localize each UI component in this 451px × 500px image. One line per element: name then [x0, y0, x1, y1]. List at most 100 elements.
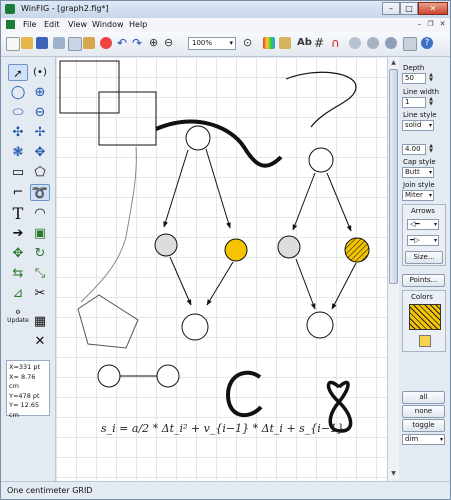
- align-icon[interactable]: [349, 37, 361, 49]
- line-style-select[interactable]: solid ▾: [402, 120, 434, 131]
- move-point-icon[interactable]: ✥: [8, 245, 28, 262]
- zoom-in-icon[interactable]: ⊕: [149, 37, 161, 49]
- library-icon[interactable]: [279, 37, 291, 49]
- depth-spinner[interactable]: ▲ ▼: [427, 73, 435, 84]
- interp-spline-icon[interactable]: ✥: [30, 144, 50, 161]
- depth-field[interactable]: 50: [402, 73, 426, 84]
- graph-node[interactable]: [308, 147, 334, 173]
- arc-icon[interactable]: ◠: [30, 205, 50, 222]
- arrow-tool-icon[interactable]: ➔: [8, 225, 28, 242]
- menu-file[interactable]: File: [23, 20, 36, 29]
- copy-icon[interactable]: [68, 37, 82, 51]
- close-button[interactable]: ✕: [418, 2, 448, 15]
- freehand-line[interactable]: [80, 146, 137, 303]
- selection-mode-select[interactable]: dim ▾: [402, 434, 445, 445]
- select-none-button[interactable]: none: [402, 405, 445, 418]
- undo-icon[interactable]: ↶: [117, 37, 129, 49]
- select-all-button[interactable]: all: [402, 391, 445, 404]
- rectangle-shape[interactable]: [98, 91, 157, 146]
- save-icon[interactable]: [36, 37, 48, 49]
- cap-style-select[interactable]: Butt ▾: [402, 167, 434, 178]
- join-style-select[interactable]: Miter ▾: [402, 190, 434, 201]
- zoom-select[interactable]: 100% ▾: [188, 37, 236, 50]
- line-width-spinner[interactable]: ▲ ▼: [427, 97, 435, 108]
- doc-close-button[interactable]: ✕: [438, 20, 447, 29]
- ellipse-diameter-icon[interactable]: ⊖: [30, 104, 50, 121]
- ellipse-radius-icon[interactable]: ⬭: [8, 104, 28, 121]
- compound-icon[interactable]: (•): [30, 64, 50, 81]
- picture-icon[interactable]: ▣: [30, 225, 50, 242]
- thick-c-shape[interactable]: [225, 370, 263, 418]
- formula-text[interactable]: s_i = a/2 * Δt_i² + v_{i−1} * Δt_i + s_{…: [101, 422, 344, 435]
- globe-icon[interactable]: [385, 37, 397, 49]
- spline-shape-icon[interactable]: ❃: [8, 144, 28, 161]
- cut-icon[interactable]: [53, 37, 65, 49]
- update-tool[interactable]: ⚙ Update: [6, 309, 30, 326]
- size-button[interactable]: Size...: [405, 251, 443, 264]
- fill-color-swatch[interactable]: [409, 304, 441, 330]
- open-folder-icon[interactable]: [21, 37, 33, 49]
- new-file-icon[interactable]: [6, 37, 20, 51]
- rotate-icon[interactable]: ↻: [30, 245, 50, 262]
- rectangle-icon[interactable]: ▭: [8, 164, 28, 181]
- polyline-icon[interactable]: ⌐: [8, 184, 28, 201]
- delete-tool-icon[interactable]: ✕: [30, 333, 50, 350]
- arrow-start-select[interactable]: ◁━ ▾: [407, 219, 439, 230]
- line-width-field[interactable]: 1: [402, 97, 426, 108]
- dumbbell-node[interactable]: [97, 364, 121, 388]
- maximize-button[interactable]: □: [400, 2, 418, 15]
- style-value-spinner[interactable]: ▲ ▼: [427, 144, 435, 155]
- closed-spline-icon[interactable]: ✣: [8, 124, 28, 141]
- circle-radius-icon[interactable]: ◯: [8, 84, 28, 101]
- toggle-selection-button[interactable]: toggle: [402, 419, 445, 432]
- thin-curve[interactable]: [285, 71, 357, 128]
- doc-restore-button[interactable]: ❐: [426, 20, 435, 29]
- text-format-icon[interactable]: Ab: [297, 37, 312, 49]
- add-point-icon[interactable]: ⊿: [8, 285, 28, 302]
- closed-approx-spline-icon[interactable]: ✢: [30, 124, 50, 141]
- paste-icon[interactable]: [83, 37, 95, 49]
- thick-curve[interactable]: [155, 119, 283, 168]
- pentagon-shape[interactable]: [77, 294, 139, 349]
- scroll-down-arrow-icon[interactable]: ▼: [389, 469, 398, 479]
- graph-node[interactable]: [277, 235, 301, 259]
- menu-view[interactable]: View: [68, 20, 87, 29]
- graph-node[interactable]: [185, 125, 211, 151]
- scale-icon[interactable]: ⤡: [30, 265, 50, 282]
- flip-icon[interactable]: ⇆: [8, 265, 28, 282]
- graph-node[interactable]: [181, 313, 209, 341]
- scroll-up-arrow-icon[interactable]: ▲: [389, 58, 398, 68]
- align-tool-icon[interactable]: ▦: [30, 313, 50, 330]
- minimize-button[interactable]: –: [382, 2, 400, 15]
- print-icon[interactable]: [403, 37, 417, 51]
- color-palette-icon[interactable]: [263, 37, 275, 49]
- delete-icon[interactable]: [100, 37, 112, 49]
- select-arrow-icon[interactable]: ➚: [8, 64, 28, 81]
- doc-minimize-button[interactable]: –: [415, 20, 424, 29]
- arrow-end-select[interactable]: ━▷ ▾: [407, 235, 439, 246]
- graph-node[interactable]: [224, 238, 248, 262]
- dumbbell-node[interactable]: [156, 364, 180, 388]
- settings-gear-icon[interactable]: [367, 37, 379, 49]
- pen-color-swatch[interactable]: [419, 335, 431, 347]
- polygon-icon[interactable]: ⬠: [30, 164, 50, 181]
- drawing-canvas[interactable]: s_i = a/2 * Δt_i² + v_{i−1} * Δt_i + s_{…: [56, 57, 387, 481]
- style-value-field[interactable]: 4.00: [402, 144, 426, 155]
- graph-node[interactable]: [154, 233, 178, 257]
- freehand-icon[interactable]: ➰: [30, 184, 50, 201]
- circle-diameter-icon[interactable]: ⊕: [30, 84, 50, 101]
- text-tool-icon[interactable]: T: [8, 205, 28, 222]
- menu-window[interactable]: Window: [92, 20, 124, 29]
- zoom-out-icon[interactable]: ⊖: [164, 37, 176, 49]
- grid-icon[interactable]: #: [314, 37, 326, 49]
- menu-edit[interactable]: Edit: [44, 20, 60, 29]
- menu-help[interactable]: Help: [129, 20, 147, 29]
- points-button[interactable]: Points...: [402, 274, 445, 287]
- graph-node-hatched[interactable]: [344, 237, 370, 263]
- zoom-fit-icon[interactable]: ⊙: [243, 37, 255, 49]
- magnet-icon[interactable]: ∩: [331, 37, 343, 49]
- help-icon[interactable]: ?: [421, 37, 433, 49]
- redo-icon[interactable]: ↷: [132, 37, 144, 49]
- graph-node[interactable]: [306, 311, 334, 339]
- scroll-thumb[interactable]: [389, 69, 398, 284]
